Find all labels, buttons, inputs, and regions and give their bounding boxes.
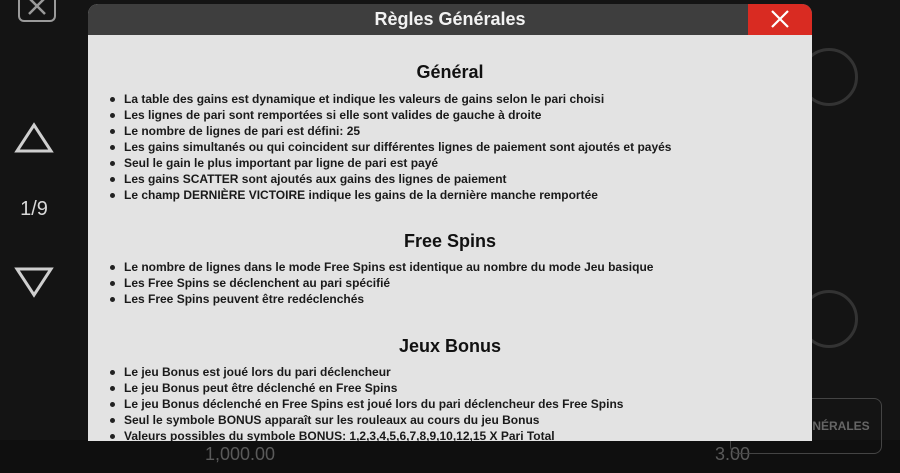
next-page-arrow-icon[interactable] — [14, 266, 54, 298]
free-spins-rules-list: Le nombre de lignes dans le mode Free Sp… — [106, 259, 653, 307]
list-item: La table des gains est dynamique et indi… — [106, 91, 671, 107]
list-item: Le jeu Bonus peut être déclenché en Free… — [106, 380, 623, 396]
section-title-free-spins: Free Spins — [403, 231, 497, 251]
modal-title: Règles Générales — [374, 9, 526, 29]
list-item: Seul le gain le plus important par ligne… — [106, 155, 671, 171]
list-item: Les gains simultanés ou qui coincident s… — [106, 139, 671, 155]
list-item: Le champ DERNIÈRE VICTOIRE indique les g… — [106, 187, 671, 203]
list-item: Le jeu Bonus déclenché en Free Spins est… — [106, 396, 623, 412]
rules-modal: Règles Générales Général La table des ga… — [88, 4, 812, 441]
list-item: Le jeu Bonus est joué lors du pari décle… — [106, 364, 623, 380]
close-icon — [771, 10, 789, 28]
list-item: Seul le symbole BONUS apparaît sur les r… — [106, 412, 623, 428]
list-item: Valeurs possibles du symbole BONUS: 1,2,… — [106, 428, 623, 441]
previous-page-arrow-icon[interactable] — [14, 122, 54, 154]
close-icon — [28, 0, 46, 15]
list-item: Les gains SCATTER sont ajoutés aux gains… — [106, 171, 671, 187]
modal-close-button[interactable] — [748, 4, 812, 35]
general-rules-list: La table des gains est dynamique et indi… — [106, 91, 671, 203]
exit-game-button[interactable] — [18, 0, 56, 22]
list-item: Le nombre de lignes de pari est défini: … — [106, 123, 671, 139]
section-title-bonus: Jeux Bonus — [398, 336, 502, 356]
modal-body: Général La table des gains est dynamique… — [88, 35, 812, 441]
list-item: Les Free Spins peuvent être redéclenchés — [106, 291, 653, 307]
section-title-general: Général — [416, 62, 484, 82]
balance-value: 1,000.00 — [205, 444, 276, 464]
bonus-rules-list: Le jeu Bonus est joué lors du pari décle… — [106, 364, 623, 441]
list-item: Les lignes de pari sont remportées si el… — [106, 107, 671, 123]
page-indicator: 1/9 — [20, 198, 48, 220]
list-item: Les Free Spins se déclenchent au pari sp… — [106, 275, 653, 291]
list-item: Le nombre de lignes dans le mode Free Sp… — [106, 259, 653, 275]
